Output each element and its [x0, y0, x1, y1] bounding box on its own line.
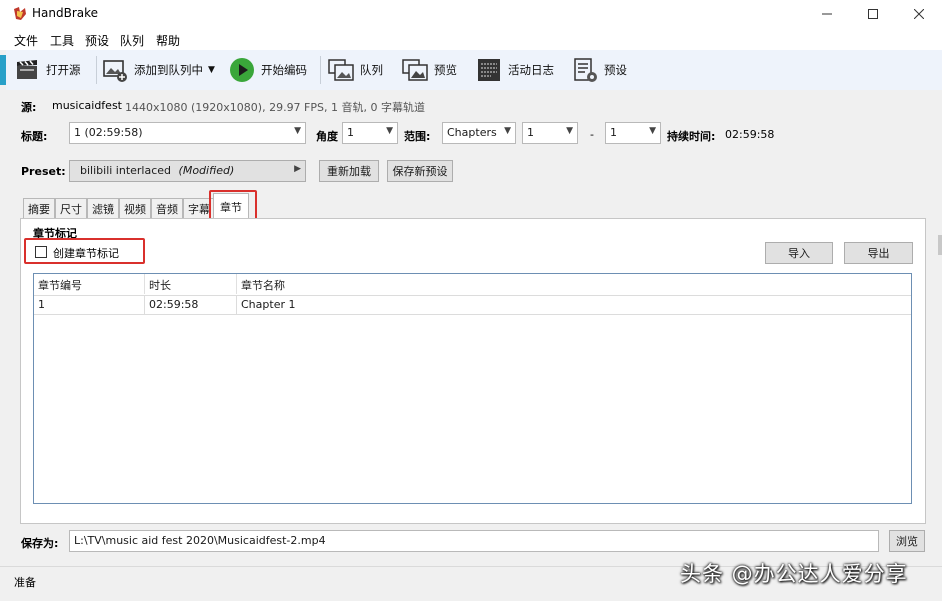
- maximize-button[interactable]: [850, 0, 896, 28]
- maximize-icon: [868, 9, 878, 19]
- chevron-down-icon: ▼: [504, 126, 511, 136]
- menu-help[interactable]: 帮助: [156, 32, 180, 49]
- close-button[interactable]: [896, 0, 942, 28]
- tab-filters[interactable]: 滤镜: [87, 198, 119, 218]
- background-window-edge: [938, 235, 942, 255]
- tab-subtitles[interactable]: 字幕: [183, 198, 215, 218]
- source-name: musicaidfest: [52, 99, 122, 112]
- chapters-table: 章节编号 时长 章节名称 1 02:59:58 Chapter 1: [33, 273, 912, 504]
- handbrake-window: HandBrake 文件 工具 预设 队列 帮助 打开源 添加到队列中 ▼ 开始…: [0, 0, 942, 601]
- toolbar-separator: [96, 56, 97, 84]
- duration-value: 02:59:58: [725, 128, 775, 141]
- toolbar: 打开源 添加到队列中 ▼ 开始编码 队列 预览 活动日志 预设: [6, 50, 942, 90]
- cell-chapter-name[interactable]: Chapter 1: [237, 296, 911, 314]
- start-encode-label: 开始编码: [261, 63, 307, 77]
- column-header-chapter-name[interactable]: 章节名称: [237, 274, 911, 294]
- title-bar: HandBrake: [0, 0, 942, 28]
- handbrake-app-icon: [14, 7, 26, 20]
- tab-summary[interactable]: 摘要: [23, 198, 55, 218]
- import-button[interactable]: 导入: [765, 242, 833, 264]
- range-start-select[interactable]: 1 ▼: [522, 122, 578, 144]
- presets-button[interactable]: 预设: [572, 50, 627, 90]
- add-to-queue-button[interactable]: 添加到队列中 ▼: [102, 50, 215, 90]
- start-encode-button[interactable]: 开始编码: [229, 50, 307, 90]
- preset-selector[interactable]: bilibili interlaced (Modified) ▶: [69, 160, 306, 182]
- close-icon: [914, 9, 924, 19]
- source-label: 源:: [21, 101, 37, 114]
- tab-chapters[interactable]: 章节: [213, 193, 249, 219]
- tab-dimensions[interactable]: 尺寸: [55, 198, 87, 218]
- presets-icon: [574, 58, 597, 82]
- toolbar-separator: [320, 56, 321, 84]
- title-label: 标题:: [21, 130, 48, 143]
- preset-label: Preset:: [21, 165, 66, 178]
- open-source-label: 打开源: [46, 63, 81, 77]
- chevron-down-icon: ▼: [294, 126, 301, 136]
- queue-label: 队列: [360, 63, 383, 77]
- preset-name: bilibili interlaced: [80, 164, 172, 177]
- tab-audio[interactable]: 音频: [151, 198, 183, 218]
- cell-duration: 02:59:58: [145, 296, 237, 314]
- tab-video[interactable]: 视频: [119, 198, 151, 218]
- range-type-select[interactable]: Chapters ▼: [442, 122, 516, 144]
- preset-modified: (Modified): [178, 164, 235, 177]
- column-header-chapter-number[interactable]: 章节编号: [34, 274, 145, 294]
- title-select[interactable]: 1 (02:59:58) ▼: [69, 122, 306, 144]
- add-to-queue-icon: [103, 60, 127, 82]
- chevron-down-icon[interactable]: ▼: [208, 65, 215, 75]
- create-chapter-markers-label[interactable]: 创建章节标记: [53, 245, 119, 261]
- range-dash: -: [590, 128, 594, 141]
- status-text: 准备: [14, 576, 36, 589]
- angle-select[interactable]: 1 ▼: [342, 122, 398, 144]
- browse-button[interactable]: 浏览: [889, 530, 925, 552]
- column-header-duration[interactable]: 时长: [145, 274, 237, 294]
- destination-path-input[interactable]: L:\TV\music aid fest 2020\Musicaidfest-2…: [69, 530, 879, 552]
- add-to-queue-label: 添加到队列中: [134, 63, 203, 77]
- range-end-value: 1: [610, 126, 617, 139]
- create-chapter-markers-checkbox[interactable]: [35, 246, 47, 258]
- watermark: 头条 @办公达人爱分享: [680, 562, 908, 586]
- queue-button[interactable]: 队列: [328, 50, 383, 90]
- queue-icon: [328, 59, 354, 81]
- title-select-value: 1 (02:59:58): [74, 126, 143, 139]
- preview-icon: [402, 59, 428, 81]
- minimize-icon: [822, 13, 832, 15]
- menu-file[interactable]: 文件: [14, 32, 38, 49]
- activity-log-label: 活动日志: [508, 63, 554, 77]
- menu-queue[interactable]: 队列: [120, 32, 144, 49]
- chevron-right-icon: ▶: [294, 164, 301, 174]
- preview-button[interactable]: 预览: [402, 50, 457, 90]
- chapter-markers-heading: 章节标记: [33, 227, 77, 240]
- duration-label: 持续时间:: [667, 130, 716, 143]
- chevron-down-icon: ▼: [566, 126, 573, 136]
- range-label: 范围:: [404, 130, 431, 143]
- activity-log-button[interactable]: 活动日志: [476, 50, 554, 90]
- range-end-select[interactable]: 1 ▼: [605, 122, 661, 144]
- menu-presets[interactable]: 预设: [85, 32, 109, 49]
- chevron-down-icon: ▼: [649, 126, 656, 136]
- chevron-down-icon: ▼: [386, 126, 393, 136]
- source-info: 1440x1080 (1920x1080), 29.97 FPS, 1 音轨, …: [125, 101, 425, 114]
- presets-label: 预设: [604, 63, 627, 77]
- preview-label: 预览: [434, 63, 457, 77]
- menu-tools[interactable]: 工具: [50, 32, 74, 49]
- minimize-button[interactable]: [804, 0, 850, 28]
- angle-select-value: 1: [347, 126, 354, 139]
- activity-log-icon: [478, 59, 500, 81]
- range-type-value: Chapters: [447, 126, 497, 139]
- reload-preset-button[interactable]: 重新加载: [319, 160, 379, 182]
- export-button[interactable]: 导出: [844, 242, 913, 264]
- save-as-label: 保存为:: [21, 537, 59, 550]
- range-start-value: 1: [527, 126, 534, 139]
- clapperboard-icon: [17, 60, 37, 79]
- table-row[interactable]: 1 02:59:58 Chapter 1: [34, 295, 911, 315]
- play-icon: [230, 58, 254, 82]
- window-title: HandBrake: [32, 6, 99, 20]
- open-source-button[interactable]: 打开源: [14, 50, 81, 90]
- angle-label: 角度: [316, 130, 338, 143]
- menu-bar: 文件 工具 预设 队列 帮助: [0, 28, 942, 50]
- save-new-preset-button[interactable]: 保存新预设: [387, 160, 453, 182]
- cell-chapter-number: 1: [34, 296, 145, 314]
